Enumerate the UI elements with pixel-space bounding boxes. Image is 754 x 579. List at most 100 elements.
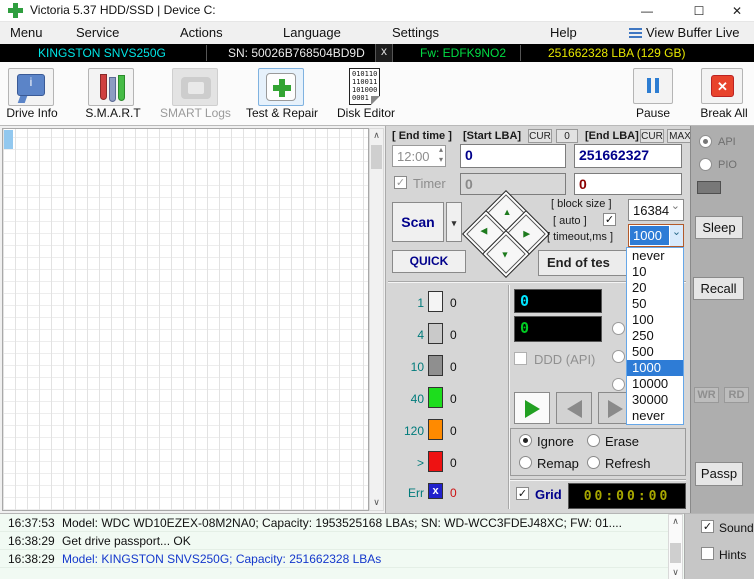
scroll-up-icon[interactable]: ∧ [669, 515, 682, 529]
counter-label: 10 [401, 360, 424, 374]
dropdown-option[interactable]: 10 [627, 264, 683, 280]
grid-scrollbar[interactable]: ∧ ∨ [369, 128, 384, 511]
pio-label: PIO [718, 159, 737, 171]
pio-radio[interactable] [699, 158, 712, 171]
minimize-button[interactable]: — [630, 0, 664, 22]
start-lba-zero-button[interactable]: 0 [556, 129, 578, 143]
block-size-combo[interactable]: 16384 ⌄ [628, 199, 684, 221]
timer-checkbox[interactable]: ✓ [394, 176, 407, 189]
smart-label: S.M.A.R.T [82, 106, 144, 120]
scroll-down-icon[interactable]: ∨ [370, 496, 383, 510]
device-serial: SN: 50026B768504BD9D [228, 46, 365, 60]
wr-button[interactable]: WR [694, 387, 719, 403]
start-lba-cur-button[interactable]: CUR [528, 129, 552, 143]
ignore-radio[interactable] [519, 434, 532, 447]
dropdown-option-selected[interactable]: 1000 [627, 360, 683, 376]
maximize-button[interactable]: ☐ [682, 0, 716, 22]
smart-logs-button[interactable] [172, 68, 218, 106]
dropdown-option[interactable]: 10000 [627, 376, 683, 392]
device-x-badge[interactable]: x [375, 44, 393, 62]
menu-item-settings[interactable]: Settings [392, 25, 439, 40]
mode-radio[interactable] [612, 378, 625, 391]
dropdown-option[interactable]: 30000 [627, 392, 683, 408]
end-lba-cur-button[interactable]: CUR [640, 129, 664, 143]
disk-editor-button[interactable]: 010110 110011 101000 0001 [342, 68, 388, 106]
forward-icon [608, 400, 623, 418]
menu-item-help[interactable]: Help [550, 25, 577, 40]
scan-dropdown-button[interactable]: ▾ [446, 202, 462, 242]
test-tube-blue-icon [109, 77, 116, 102]
menu-item-actions[interactable]: Actions [180, 25, 223, 40]
remap-radio[interactable] [519, 456, 532, 469]
device-model: KINGSTON SNVS250G [38, 46, 166, 60]
scroll-down-icon[interactable]: ∨ [669, 566, 682, 579]
menu-item-service[interactable]: Service [76, 25, 119, 40]
end-time-spinner[interactable]: 12:00 ▴ ▾ [392, 145, 446, 167]
log-row: 16:38:29 Model: KINGSTON SNVS250G; Capac… [0, 550, 668, 568]
drive-info-button[interactable]: i [8, 68, 54, 106]
back-icon [567, 400, 582, 418]
smart-button[interactable] [88, 68, 134, 106]
menu-item-view-buffer-live[interactable]: View Buffer Live [646, 25, 739, 40]
log-scrollbar[interactable]: ∧ ∨ [668, 514, 683, 579]
counter-count: 0 [450, 486, 457, 500]
menu-item-menu[interactable]: Menu [10, 25, 43, 40]
dropdown-option[interactable]: 100 [627, 312, 683, 328]
counter-block-120 [428, 419, 443, 440]
menu-item-language[interactable]: Language [283, 25, 341, 40]
erase-radio[interactable] [587, 434, 600, 447]
step-back-button[interactable] [556, 392, 592, 424]
dropdown-option[interactable]: 50 [627, 296, 683, 312]
spinner-down-icon[interactable]: ▾ [439, 155, 443, 164]
scan-grid-canvas[interactable] [2, 128, 369, 511]
diamond-nav-control: ▲ ◀ ▶ ▼ [464, 192, 548, 276]
test-repair-button[interactable] [258, 68, 304, 106]
dropdown-option[interactable]: never [627, 408, 683, 424]
bad-block-action-group: Ignore Erase Remap Refresh [510, 428, 686, 476]
ddd-api-checkbox[interactable] [514, 352, 527, 365]
dropdown-option[interactable]: never [627, 248, 683, 264]
timer-field-2[interactable]: 0 [574, 173, 682, 195]
grid-scrollbar-thumb[interactable] [371, 145, 382, 169]
refresh-label: Refresh [605, 456, 651, 471]
timeout-combo[interactable]: 1000 ⌄ [628, 224, 684, 247]
play-button[interactable] [514, 392, 550, 424]
close-button[interactable]: ✕ [720, 0, 754, 22]
dropdown-option[interactable]: 20 [627, 280, 683, 296]
nav-left-icon: ◀ [480, 226, 487, 237]
dropdown-option[interactable]: 250 [627, 328, 683, 344]
end-time-label: [ End time ] [392, 130, 452, 142]
auto-label: [ auto ] [553, 215, 587, 227]
passp-button[interactable]: Passp [695, 462, 743, 486]
refresh-radio[interactable] [587, 456, 600, 469]
break-all-button[interactable]: ✕ [701, 68, 743, 104]
pause-button[interactable] [633, 68, 673, 104]
counter-count: 0 [450, 296, 457, 310]
quick-button[interactable]: QUICK [392, 250, 466, 273]
scroll-up-icon[interactable]: ∧ [370, 129, 383, 143]
mode-radio[interactable] [612, 350, 625, 363]
api-radio[interactable] [699, 135, 712, 148]
spinner-up-icon[interactable]: ▴ [439, 145, 443, 154]
mode-radio[interactable] [612, 322, 625, 335]
counter-block-40 [428, 387, 443, 408]
grid-label: Grid [535, 487, 562, 502]
rd-button[interactable]: RD [724, 387, 749, 403]
sleep-button[interactable]: Sleep [695, 216, 743, 239]
log-scrollbar-thumb[interactable] [670, 543, 681, 563]
remap-label: Remap [537, 456, 579, 471]
recall-button[interactable]: Recall [693, 277, 744, 300]
grid-checkbox[interactable]: ✓ [516, 487, 529, 500]
sound-checkbox[interactable]: ✓ [701, 520, 714, 533]
scan-button[interactable]: Scan [392, 202, 444, 242]
log-time: 16:37:53 [8, 516, 55, 530]
start-lba-input[interactable]: 0 [460, 144, 566, 168]
counter-label: > [408, 456, 424, 470]
auto-checkbox[interactable]: ✓ [603, 213, 616, 226]
timeout-label: [ timeout,ms ] [547, 231, 613, 243]
hints-checkbox[interactable] [701, 547, 714, 560]
end-lba-input[interactable]: 251662327 [574, 144, 682, 168]
dropdown-option[interactable]: 500 [627, 344, 683, 360]
info-icon: i [17, 74, 45, 96]
chevron-down-icon: ⌄ [670, 225, 683, 246]
